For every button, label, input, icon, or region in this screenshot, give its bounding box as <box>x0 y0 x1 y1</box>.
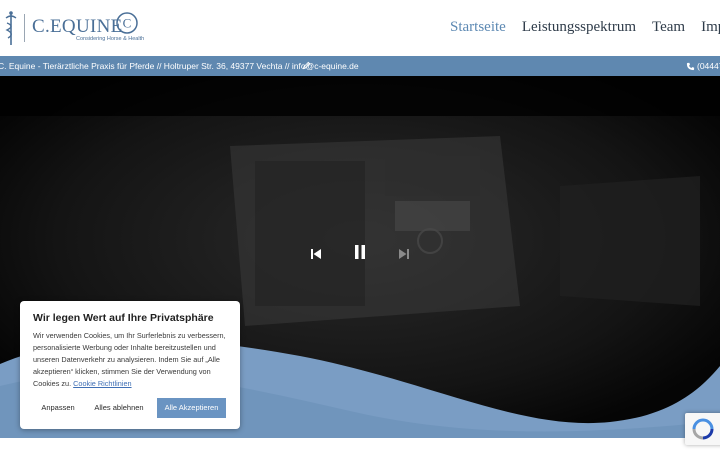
nav-item-leistungsspektrum[interactable]: Leistungsspektrum <box>522 19 636 36</box>
nav-item-impressum[interactable]: Impres <box>701 19 720 36</box>
accept-all-button[interactable]: Alle Akzeptieren <box>157 398 226 418</box>
recaptcha-icon <box>692 418 714 440</box>
site-logo[interactable]: C.EQUINE Considering Horse & Health C <box>0 8 144 48</box>
reject-all-button[interactable]: Alles ablehnen <box>90 398 148 418</box>
cookie-policy-link[interactable]: Cookie Richtlinien <box>73 379 131 388</box>
main-nav: Startseite Leistungsspektrum Team Impres <box>450 19 720 36</box>
phone-contact[interactable]: (04447 <box>686 61 720 71</box>
cookie-consent-banner: Wir legen Wert auf Ihre Privatsphäre Wir… <box>20 301 240 429</box>
logo-c-mark: C <box>116 12 138 34</box>
cookie-title: Wir legen Wert auf Ihre Privatsphäre <box>33 312 214 324</box>
customize-button[interactable]: Anpassen <box>32 398 84 418</box>
logo-tagline: Considering Horse & Health <box>76 36 145 42</box>
phone-number: (04447 <box>697 61 720 71</box>
skip-previous-icon[interactable] <box>310 248 322 260</box>
site-header: C.EQUINE Considering Horse & Health C St… <box>0 0 720 56</box>
logo-divider <box>24 14 25 42</box>
cookie-text: Wir verwenden Cookies, um Ihr Surferlebn… <box>33 330 231 390</box>
recaptcha-badge[interactable] <box>685 413 720 445</box>
content-start <box>0 438 720 450</box>
svg-text:C: C <box>123 16 132 31</box>
pencil-icon[interactable] <box>302 61 311 70</box>
pause-icon[interactable] <box>354 244 366 260</box>
video-controls <box>310 244 420 264</box>
nav-item-startseite[interactable]: Startseite <box>450 19 506 36</box>
phone-icon <box>686 62 695 70</box>
caduceus-icon <box>5 11 17 45</box>
nav-item-team[interactable]: Team <box>652 19 685 36</box>
logo-name: C.EQUINE <box>32 16 123 37</box>
info-bar: C. Equine - Tierärztliche Praxis für Pfe… <box>0 56 720 76</box>
skip-next-icon[interactable] <box>398 248 410 260</box>
